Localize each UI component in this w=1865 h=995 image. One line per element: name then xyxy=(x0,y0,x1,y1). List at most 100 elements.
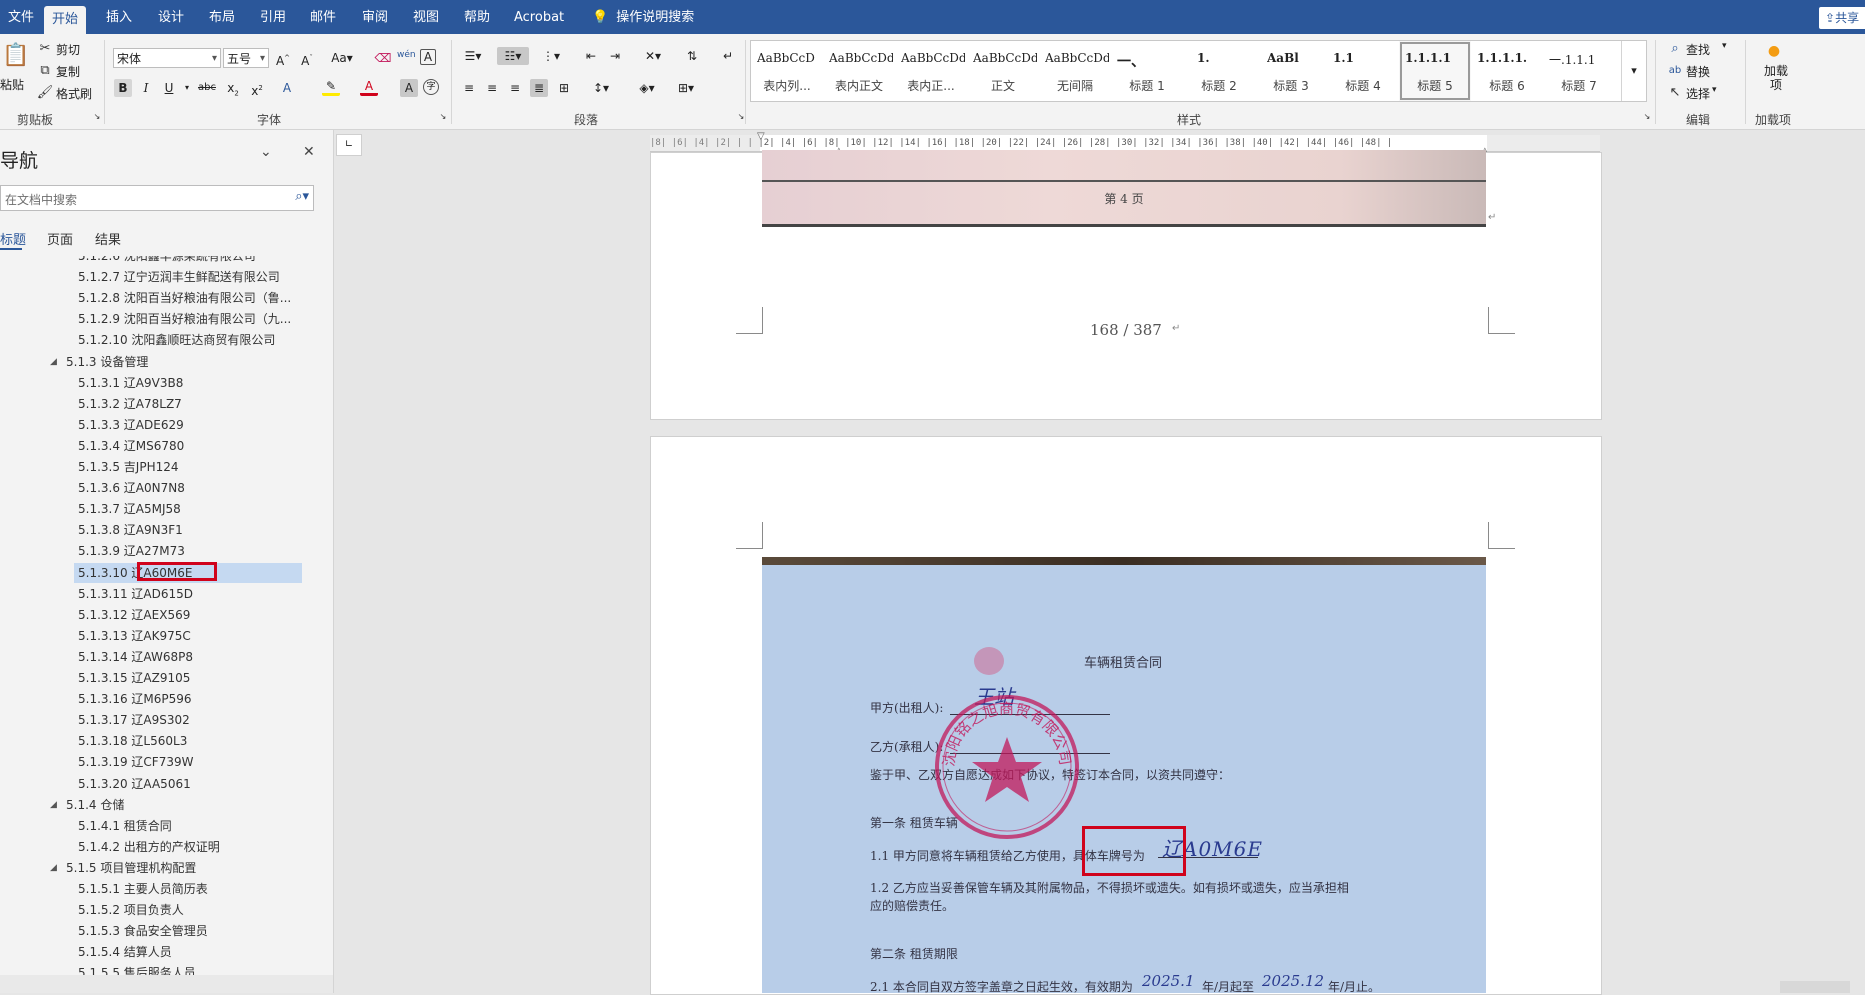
nav-heading-level3[interactable]: 5.1.5.1 主要人员简历表 xyxy=(78,879,208,899)
nav-heading-level3[interactable]: 5.1.5.2 项目负责人 xyxy=(78,900,184,920)
nav-tab-headings[interactable]: 标题 xyxy=(0,229,26,248)
distributed-icon[interactable]: ⊞ xyxy=(555,79,573,97)
find-button[interactable]: 查找 xyxy=(1686,41,1710,58)
nav-heading-level2[interactable]: 5.1.5 项目管理机构配置 xyxy=(66,858,196,878)
clear-format-icon[interactable]: ⌫ xyxy=(374,49,392,67)
align-center-icon[interactable]: ≡ xyxy=(483,79,501,97)
strikethrough-icon[interactable]: abc xyxy=(198,79,216,97)
cut-icon[interactable]: ✂ xyxy=(36,40,54,58)
character-shading-icon[interactable]: A xyxy=(400,79,418,97)
collapse-caret-icon[interactable]: ◢ xyxy=(50,357,57,367)
tab-references[interactable]: 引用 xyxy=(252,5,294,30)
tell-me-search[interactable]: 💡 操作说明搜索 xyxy=(584,5,702,30)
nav-heading-level3[interactable]: 5.1.4.1 租赁合同 xyxy=(78,816,172,836)
enclose-character-icon[interactable]: 字 xyxy=(423,79,439,95)
change-case-icon[interactable]: Aa▾ xyxy=(328,49,356,67)
share-button[interactable]: ⇪共享 xyxy=(1819,7,1865,29)
style-item[interactable]: AaBbCcDdI 表内正... xyxy=(895,41,967,101)
bold-icon[interactable]: B xyxy=(114,79,132,97)
italic-icon[interactable]: I xyxy=(137,79,155,97)
collapse-caret-icon[interactable]: ◢ xyxy=(50,863,57,873)
tab-mailings[interactable]: 邮件 xyxy=(302,5,344,30)
character-border-icon[interactable]: A xyxy=(420,49,436,65)
nav-heading-level3[interactable]: 5.1.2.6 沈阳鑫丰源果蔬有限公司 xyxy=(78,256,256,266)
dialog-launcher-icon[interactable]: ↘ xyxy=(92,112,102,122)
align-left-icon[interactable]: ≡ xyxy=(460,79,478,97)
shrink-font-icon[interactable]: Aˇ xyxy=(298,49,316,68)
underline-icon[interactable]: U xyxy=(160,79,178,97)
addins-button[interactable]: 加载项 xyxy=(1764,64,1788,92)
tab-help[interactable]: 帮助 xyxy=(456,5,498,30)
format-painter-button[interactable]: 格式刷 xyxy=(56,85,92,102)
chinese-layout-icon[interactable]: ✕▾ xyxy=(638,47,668,65)
nav-heading-level3[interactable]: 5.1.3.2 辽A78LZ7 xyxy=(78,394,182,414)
zoom-slider[interactable] xyxy=(1780,981,1850,993)
nav-heading-level3[interactable]: 5.1.3.11 辽AD615D xyxy=(78,584,193,604)
superscript-icon[interactable]: x2 xyxy=(248,79,266,98)
nav-heading-level3[interactable]: 5.1.2.10 沈阳鑫顺旺达商贸有限公司 xyxy=(78,330,275,350)
tab-review[interactable]: 审阅 xyxy=(354,5,396,30)
collapse-caret-icon[interactable]: ◢ xyxy=(50,800,57,810)
nav-heading-level3[interactable]: 5.1.3.4 辽MS6780 xyxy=(78,436,184,456)
nav-heading-level3[interactable]: 5.1.5.4 结算人员 xyxy=(78,942,172,962)
bullets-icon[interactable]: ☰▾ xyxy=(460,47,486,65)
increase-indent-icon[interactable]: ⇥ xyxy=(606,47,624,65)
tab-layout[interactable]: 布局 xyxy=(201,5,243,30)
find-dropdown-icon[interactable]: ▾ xyxy=(1722,41,1727,51)
nav-heading-level3[interactable]: 5.1.3.9 辽A27M73 xyxy=(78,541,185,561)
nav-heading-level3[interactable]: 5.1.3.20 辽AA5061 xyxy=(78,774,191,794)
nav-heading-level2[interactable]: 5.1.4 仓储 xyxy=(66,795,124,815)
replace-button[interactable]: 替换 xyxy=(1686,63,1710,80)
font-color-icon[interactable]: A xyxy=(360,79,378,96)
nav-heading-level3[interactable]: 5.1.3.19 辽CF739W xyxy=(78,752,193,772)
font-size-combo[interactable]: 五号 xyxy=(223,48,269,69)
tab-view[interactable]: 视图 xyxy=(405,5,447,30)
phonetic-guide-icon[interactable]: wén xyxy=(397,46,416,64)
style-item[interactable]: 1.1.1.1. 标题 6 xyxy=(1471,41,1543,101)
show-marks-icon[interactable]: ↵ xyxy=(719,47,737,65)
tab-file[interactable]: 文件 xyxy=(0,5,42,30)
replace-icon[interactable]: ab xyxy=(1666,62,1684,80)
multilevel-list-icon[interactable]: ⋮▾ xyxy=(538,47,564,65)
nav-heading-level3[interactable]: 5.1.3.1 辽A9V3B8 xyxy=(78,373,183,393)
styles-dialog-launcher-icon[interactable]: ↘ xyxy=(1642,112,1652,122)
style-item[interactable]: 1. 标题 2 xyxy=(1183,41,1255,101)
select-icon[interactable]: ↖ xyxy=(1666,84,1684,102)
style-item[interactable]: 一、 标题 1 xyxy=(1111,41,1183,101)
nav-heading-level2[interactable]: 5.1.3 设备管理 xyxy=(66,352,148,372)
first-line-indent-icon[interactable]: ▽ xyxy=(757,131,765,142)
font-name-combo[interactable]: 宋体 xyxy=(113,48,221,69)
tab-home[interactable]: 开始 xyxy=(44,6,87,34)
justify-icon[interactable]: ≣ xyxy=(530,79,548,97)
nav-tab-results[interactable]: 结果 xyxy=(95,229,121,248)
text-effects-icon[interactable]: A xyxy=(278,79,296,97)
nav-heading-level3[interactable]: 5.1.2.9 沈阳百当好粮油有限公司（九... xyxy=(78,309,291,329)
paste-icon[interactable]: 📋 xyxy=(2,42,29,70)
nav-heading-level3[interactable]: 5.1.3.15 辽AZ9105 xyxy=(78,668,190,688)
find-icon[interactable]: ⌕ xyxy=(1666,40,1684,58)
nav-heading-level3[interactable]: 5.1.3.6 辽A0N7N8 xyxy=(78,478,185,498)
tab-acrobat[interactable]: Acrobat xyxy=(506,5,572,30)
line-spacing-icon[interactable]: ↕▾ xyxy=(587,79,615,97)
nav-heading-level3[interactable]: 5.1.3.12 辽AEX569 xyxy=(78,605,190,625)
select-dropdown-icon[interactable]: ▾ xyxy=(1712,85,1717,95)
select-button[interactable]: 选择 xyxy=(1686,85,1710,102)
tab-insert[interactable]: 插入 xyxy=(98,5,140,30)
style-item[interactable]: 1.1 标题 4 xyxy=(1327,41,1399,101)
font-dialog-launcher-icon[interactable]: ↘ xyxy=(438,112,448,122)
paste-button[interactable]: 粘贴 xyxy=(0,76,24,93)
styles-more-icon[interactable]: ▾ xyxy=(1621,41,1646,101)
copy-button[interactable]: 复制 xyxy=(56,63,80,80)
grow-font-icon[interactable]: A^ xyxy=(274,49,292,68)
borders-icon[interactable]: ⊞▾ xyxy=(672,79,700,97)
underline-dropdown-icon[interactable]: ▾ xyxy=(178,79,196,97)
nav-heading-level3[interactable]: 5.1.3.14 辽AW68P8 xyxy=(78,647,193,667)
nav-heading-level3[interactable]: 5.1.2.8 沈阳百当好粮油有限公司（鲁... xyxy=(78,288,291,308)
nav-heading-level3[interactable]: 5.1.3.5 吉JPH124 xyxy=(78,457,179,477)
numbering-icon[interactable]: ☷▾ xyxy=(497,47,529,65)
tab-design[interactable]: 设计 xyxy=(150,5,192,30)
close-icon[interactable]: ✕ xyxy=(303,144,315,160)
decrease-indent-icon[interactable]: ⇤ xyxy=(582,47,600,65)
format-painter-icon[interactable]: 🖌 xyxy=(36,84,54,102)
style-item[interactable]: AaBbCcDd 表内正文 xyxy=(823,41,895,101)
